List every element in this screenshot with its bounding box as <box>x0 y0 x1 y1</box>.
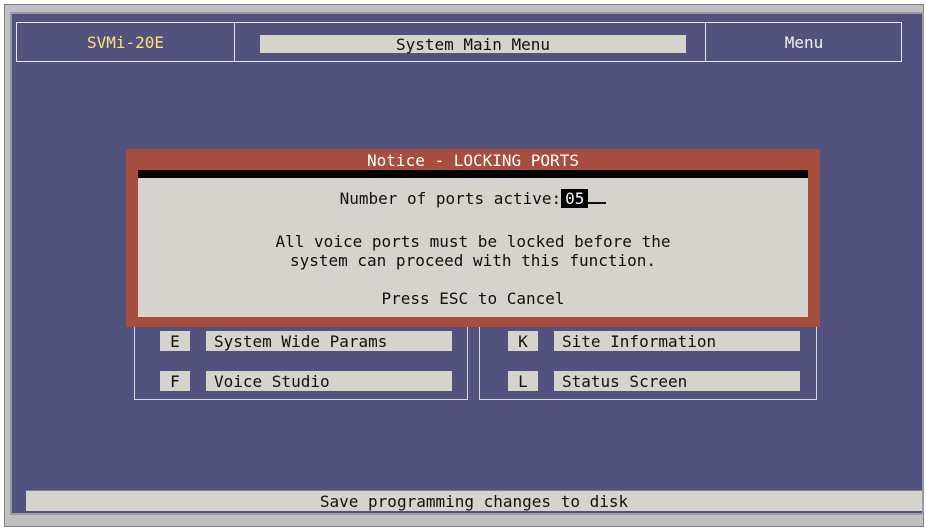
dialog-message-line-2: system can proceed with this function. <box>289 251 657 270</box>
mode-label: Menu <box>784 32 824 52</box>
status-bar: Save programming changes to disk <box>26 490 922 511</box>
menu-item-label[interactable]: Status Screen <box>554 371 800 391</box>
ports-active-line: Number of ports active: 05 <box>138 188 808 208</box>
header-bar: SVMi-20E System Main Menu Menu <box>16 22 902 62</box>
dialog-title-separator <box>138 170 808 178</box>
menu-key-k[interactable]: K <box>508 331 538 351</box>
menu-title: System Main Menu <box>260 35 686 54</box>
ports-active-label: Number of ports active: <box>339 189 562 208</box>
dialog-title: Notice - LOCKING PORTS <box>367 150 579 170</box>
menu-key-e[interactable]: E <box>160 331 190 351</box>
menu-key-l[interactable]: L <box>508 371 538 391</box>
menu-key-f[interactable]: F <box>160 371 190 391</box>
ports-active-value: 05 <box>561 189 589 208</box>
notice-dialog: Notice - LOCKING PORTS Number of ports a… <box>126 149 820 327</box>
header-divider <box>234 23 235 61</box>
model-label: SVMi-20E <box>86 32 165 52</box>
dialog-message-line-1: All voice ports must be locked before th… <box>275 232 671 251</box>
cancel-hint[interactable]: Press ESC to Cancel <box>138 289 808 308</box>
menu-item-label[interactable]: Voice Studio <box>206 371 452 391</box>
menu-item-label[interactable]: System Wide Params <box>206 331 452 351</box>
dialog-body: Number of ports active: 05 All voice port… <box>138 178 808 317</box>
menu-item-label[interactable]: Site Information <box>554 331 800 351</box>
text-cursor <box>588 188 607 204</box>
